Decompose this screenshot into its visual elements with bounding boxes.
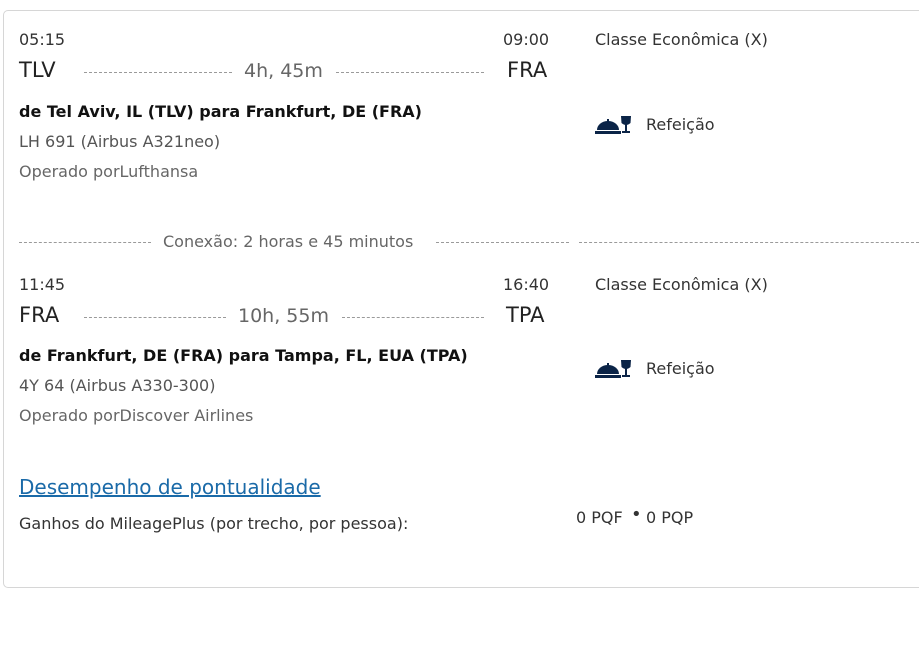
segment-2-duration-line-right [342, 317, 484, 318]
segment-2-duration-line-left [84, 317, 226, 318]
flight-details-card [3, 10, 919, 588]
segment-2-operator: Operado porDiscover Airlines [19, 406, 254, 425]
on-time-performance-link[interactable]: Desempenho de pontualidade [19, 475, 321, 499]
segment-1-duration-line-left [84, 72, 232, 73]
segment-2-duration: 10h, 55m [238, 305, 329, 327]
earnings-separator: • [631, 504, 642, 525]
segment-2-depart-time: 11:45 [19, 275, 66, 294]
mileageplus-earnings-label: Ganhos do MileagePlus (por trecho, por p… [19, 514, 409, 533]
earnings-pqf: 0 PQF [576, 508, 623, 527]
segment-1-from-code: TLV [19, 58, 56, 82]
segment-1-depart-time: 05:15 [19, 30, 66, 49]
meal-service-icon [595, 358, 633, 380]
segment-1-meal-label: Refeição [646, 115, 715, 134]
meal-service-icon [595, 114, 633, 136]
connection-line-far-right [579, 242, 919, 243]
segment-2-from-code: FRA [19, 303, 60, 327]
segment-1-route: de Tel Aviv, IL (TLV) para Frankfurt, DE… [19, 102, 422, 121]
segment-2-arrive-time: 16:40 [503, 275, 550, 294]
segment-2-flight-number: 4Y 64 (Airbus A330-300) [19, 376, 216, 395]
connection-duration: Conexão: 2 horas e 45 minutos [163, 232, 414, 251]
segment-2-meal-label: Refeição [646, 359, 715, 378]
segment-1-to-code: FRA [507, 58, 548, 82]
segment-1-arrive-time: 09:00 [503, 30, 550, 49]
segment-1-cabin-class: Classe Econômica (X) [595, 30, 768, 49]
segment-1-operator: Operado porLufthansa [19, 162, 199, 181]
segment-1-duration-line-right [336, 72, 484, 73]
earnings-pqp: 0 PQP [646, 508, 694, 527]
segment-1-duration: 4h, 45m [244, 60, 323, 82]
connection-line-left [19, 242, 151, 243]
segment-2-cabin-class: Classe Econômica (X) [595, 275, 768, 294]
connection-line-right [436, 242, 569, 243]
segment-2-to-code: TPA [506, 303, 545, 327]
segment-1-flight-number: LH 691 (Airbus A321neo) [19, 132, 221, 151]
segment-2-route: de Frankfurt, DE (FRA) para Tampa, FL, E… [19, 346, 468, 365]
